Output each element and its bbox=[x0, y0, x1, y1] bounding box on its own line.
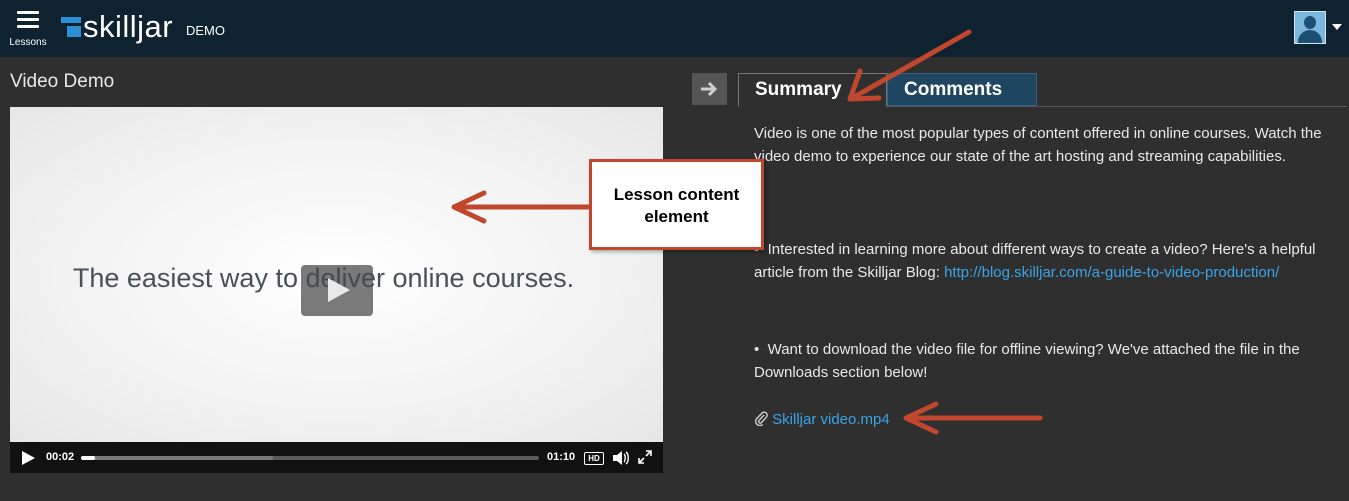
big-play-button[interactable] bbox=[301, 265, 373, 316]
play-icon bbox=[328, 278, 350, 302]
collapse-panel-button[interactable] bbox=[692, 73, 727, 105]
annotation-callout: Lesson content element bbox=[589, 159, 764, 250]
fullscreen-icon[interactable] bbox=[638, 450, 652, 464]
duration: 01:10 bbox=[547, 451, 576, 463]
tab-comments[interactable]: Comments bbox=[887, 73, 1037, 106]
current-time: 00:02 bbox=[46, 451, 75, 463]
summary-bullet-2: • Want to download the video file for of… bbox=[754, 338, 1324, 384]
tab-summary[interactable]: Summary bbox=[738, 73, 887, 107]
lessons-menu-button[interactable]: Lessons bbox=[6, 8, 50, 52]
bullet-2-text: Want to download the video file for offl… bbox=[754, 341, 1300, 381]
arrow-right-icon bbox=[701, 81, 718, 97]
progress-scrubber[interactable] bbox=[81, 456, 539, 460]
hd-toggle-button[interactable]: HD bbox=[584, 452, 604, 465]
top-navigation-bar: Lessons skilljar DEMO bbox=[0, 0, 1349, 57]
bullet-glyph: • bbox=[754, 341, 760, 358]
annotation-callout-text: Lesson content element bbox=[613, 185, 740, 226]
video-controls: 00:02 01:10 HD bbox=[10, 442, 663, 473]
play-button[interactable] bbox=[22, 451, 35, 465]
annotation-arrow-to-download bbox=[903, 401, 1043, 435]
brand-name: skilljar bbox=[83, 9, 174, 44]
download-attachment: Skilljar video.mp4 bbox=[754, 408, 890, 431]
summary-intro: Video is one of the most popular types o… bbox=[754, 125, 1322, 165]
menu-icon bbox=[17, 11, 39, 32]
lessons-menu-label: Lessons bbox=[9, 37, 47, 48]
lesson-title: Video Demo bbox=[10, 71, 115, 92]
blog-article-link[interactable]: http://blog.skilljar.com/a-guide-to-vide… bbox=[944, 264, 1279, 281]
skilljar-logo-mark bbox=[61, 17, 81, 37]
brand-demo-label: DEMO bbox=[186, 23, 225, 38]
user-avatar-icon[interactable] bbox=[1294, 11, 1326, 44]
progress-fill bbox=[81, 456, 95, 460]
paperclip-icon bbox=[754, 410, 768, 427]
video-player[interactable]: The easiest way to deliver online course… bbox=[10, 107, 663, 473]
download-file-link[interactable]: Skilljar video.mp4 bbox=[772, 411, 890, 428]
summary-bullet-1: • Interested in learning more about diff… bbox=[754, 238, 1324, 284]
volume-icon[interactable] bbox=[612, 450, 630, 466]
buffered-bar bbox=[81, 456, 274, 460]
caret-down-icon[interactable] bbox=[1332, 24, 1342, 30]
